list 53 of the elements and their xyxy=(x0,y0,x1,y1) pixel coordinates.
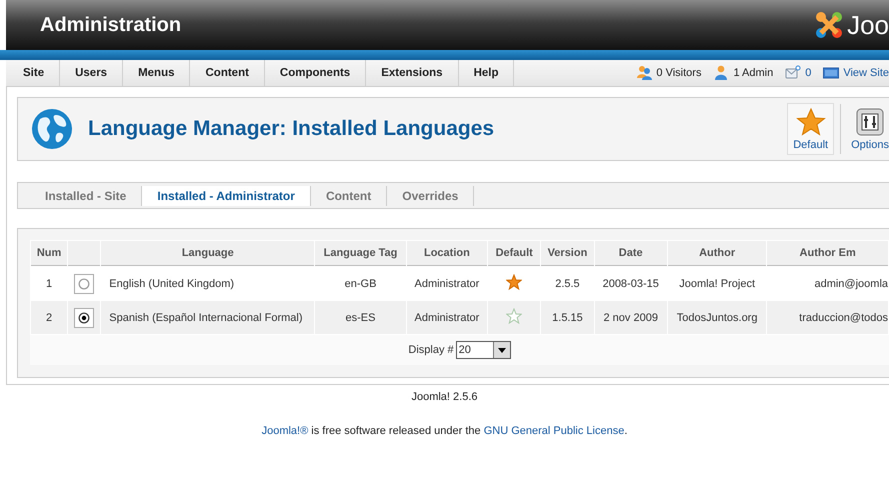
radio-button[interactable] xyxy=(78,312,90,324)
status-text: 0 xyxy=(805,67,812,79)
logo-icon xyxy=(814,10,844,40)
menu-item[interactable]: Content xyxy=(190,60,265,86)
menu-item[interactable]: Users xyxy=(60,60,124,86)
column-header: Language xyxy=(101,241,314,266)
table-cell: Administrator xyxy=(406,301,488,334)
page-heading: Administration xyxy=(40,14,182,36)
table-cell: 2 nov 2009 xyxy=(594,301,667,334)
subtab[interactable]: Installed - Administrator xyxy=(142,186,311,206)
table-cell: traduccion@todos xyxy=(767,301,888,334)
people-icon xyxy=(636,65,652,81)
subtab[interactable]: Overrides xyxy=(387,186,474,206)
options-icon xyxy=(855,107,886,137)
column-header: Location xyxy=(406,241,488,266)
status-text: 0 Visitors xyxy=(656,67,702,79)
display-label: Display # xyxy=(408,344,454,356)
menu-item[interactable]: Components xyxy=(264,60,366,86)
column-header: Version xyxy=(541,241,594,266)
menu-item[interactable]: Site xyxy=(8,60,60,86)
table-cell: TodosJuntos.org xyxy=(668,301,766,334)
caret-icon xyxy=(498,348,506,352)
column-header: Date xyxy=(594,241,667,266)
subtab[interactable]: Content xyxy=(310,186,388,206)
default-button[interactable]: Default xyxy=(787,103,834,155)
column-header: Author xyxy=(668,241,766,266)
menu-item[interactable]: Menus xyxy=(123,60,190,86)
view-site-link[interactable]: View Site xyxy=(843,67,889,79)
display-select[interactable]: 20 xyxy=(456,341,511,359)
star-icon xyxy=(796,107,826,137)
menu-item[interactable]: Extensions xyxy=(366,60,459,86)
radio-button[interactable] xyxy=(78,278,90,290)
message-icon xyxy=(785,65,802,81)
column-header: Language Tag xyxy=(315,241,406,266)
globe-icon xyxy=(30,107,74,151)
table-cell: es-ES xyxy=(315,301,406,334)
logo-text: Joo xyxy=(847,10,889,40)
table-cell: Spanish (Español Internacional Formal) xyxy=(101,301,314,334)
column-header: Default xyxy=(488,241,540,266)
column-header: Author Em xyxy=(767,241,888,266)
table-cell: 1.5.15 xyxy=(541,301,594,334)
menu-item[interactable]: Help xyxy=(458,60,514,86)
monitor-icon xyxy=(823,65,840,81)
license-text: Joomla!® is free software released under the GNU General Public License. xyxy=(260,425,628,437)
table-cell: 2 xyxy=(31,301,68,334)
options-button[interactable]: Options xyxy=(840,104,889,154)
joomla-link[interactable]: Joomla!® xyxy=(262,425,308,437)
user-icon xyxy=(713,65,730,81)
version-text: Joomla! 2.5.6 xyxy=(410,391,479,403)
column-header: Num xyxy=(31,241,68,266)
page-title: Language Manager: Installed Languages xyxy=(88,117,494,141)
license-link[interactable]: GNU General Public License xyxy=(484,425,624,437)
status-text: 1 Admin xyxy=(733,67,774,79)
